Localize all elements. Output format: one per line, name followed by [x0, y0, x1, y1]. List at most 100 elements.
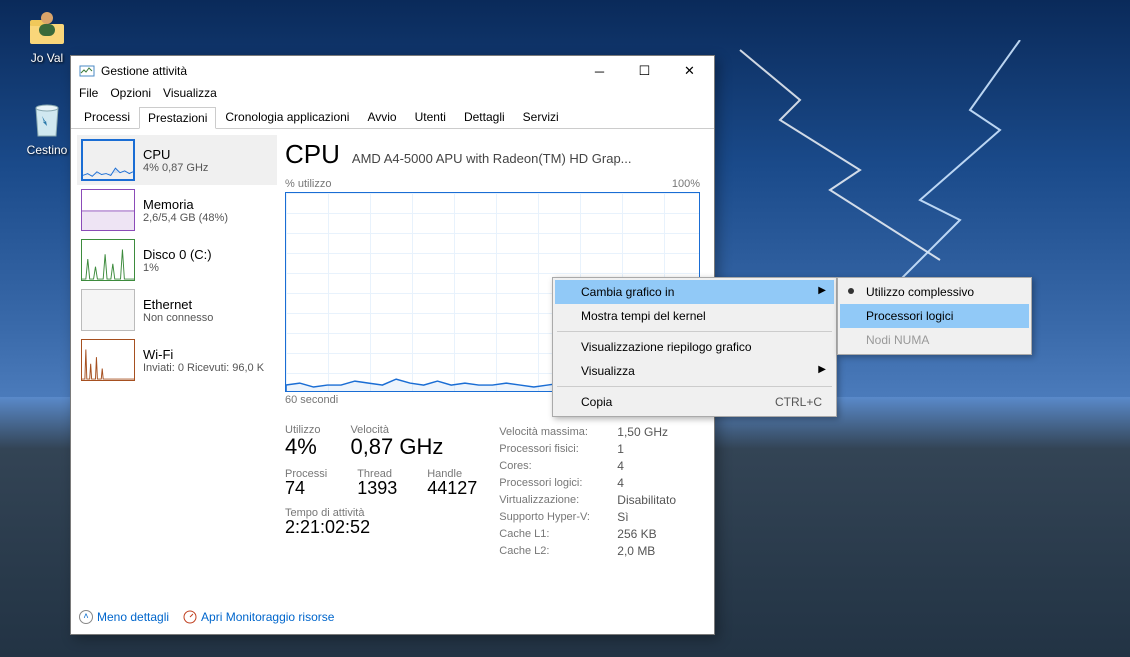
chart-context-menu: Cambia grafico in ▶ Mostra tempi del ker… — [552, 277, 837, 417]
memory-mini-chart — [81, 189, 135, 231]
radio-dot-icon — [848, 288, 854, 294]
close-button[interactable]: ✕ — [667, 57, 712, 85]
performance-sidebar: CPU 4% 0,87 GHz Memoria 2,6/5,4 GB (48%) — [77, 135, 277, 593]
tab-servizi[interactable]: Servizi — [514, 106, 568, 128]
stat-val-utilizzo: 4% — [285, 434, 320, 460]
chart-context-submenu: Utilizzo complessivo Processori logici N… — [837, 277, 1032, 355]
person-folder-icon — [26, 6, 68, 48]
ctx-visualizza[interactable]: Visualizza ▶ — [555, 359, 834, 383]
less-details-label: Meno dettagli — [97, 610, 169, 624]
submenu-arrow-icon: ▶ — [818, 364, 826, 375]
minimize-button[interactable]: ─ — [577, 57, 622, 85]
detail-value: 1,50 GHz — [617, 424, 668, 441]
recycle-bin-icon — [26, 98, 68, 140]
detail-row: Cache L1: 256 KB — [499, 526, 676, 543]
titlebar[interactable]: Gestione attività ─ ☐ ✕ — [71, 56, 714, 86]
tab-avvio[interactable]: Avvio — [358, 106, 405, 128]
ctx-label: Visualizzazione riepilogo grafico — [581, 340, 752, 354]
detail-row: Velocità massima: 1,50 GHz — [499, 424, 676, 441]
stat-val-handle: 44127 — [427, 478, 477, 499]
ctx-copia[interactable]: Copia CTRL+C — [555, 390, 834, 414]
chart-xstart: 60 secondi — [285, 394, 338, 406]
chart-ylabel: % utilizzo — [285, 178, 331, 190]
ctx-separator — [557, 386, 832, 387]
chart-ymax: 100% — [672, 178, 700, 190]
sidebar-sub: 4% 0,87 GHz — [143, 162, 208, 174]
less-details-link[interactable]: ˄ Meno dettagli — [79, 610, 169, 624]
detail-value: 4 — [617, 458, 624, 475]
sidebar-item-wifi[interactable]: Wi-Fi Inviati: 0 Ricevuti: 96,0 K — [77, 335, 277, 385]
ctx-sub-processori-logici[interactable]: Processori logici — [840, 304, 1029, 328]
ctx-sub-utilizzo-complessivo[interactable]: Utilizzo complessivo — [840, 280, 1029, 304]
submenu-arrow-icon: ▶ — [818, 285, 826, 296]
stat-val-velocita: 0,87 GHz — [350, 434, 443, 460]
detail-key: Supporto Hyper-V: — [499, 509, 609, 526]
detail-value: 1 — [617, 441, 624, 458]
ctx-separator — [557, 331, 832, 332]
detail-value: 4 — [617, 475, 624, 492]
disk-mini-chart — [81, 239, 135, 281]
sidebar-item-memoria[interactable]: Memoria 2,6/5,4 GB (48%) — [77, 185, 277, 235]
detail-row: Cache L2: 2,0 MB — [499, 543, 676, 560]
sidebar-title: Ethernet — [143, 297, 213, 312]
detail-key: Virtualizzazione: — [499, 492, 609, 509]
menu-visualizza[interactable]: Visualizza — [163, 86, 217, 106]
ctx-label: Mostra tempi del kernel — [581, 309, 706, 323]
resource-monitor-icon — [183, 610, 197, 624]
ctx-label: Copia — [581, 395, 612, 409]
maximize-button[interactable]: ☐ — [622, 57, 667, 85]
ctx-label: Utilizzo complessivo — [866, 285, 974, 299]
ethernet-mini-chart — [81, 289, 135, 331]
cpu-details-list: Velocità massima:1,50 GHzProcessori fisi… — [499, 424, 676, 560]
detail-row: Virtualizzazione:Disabilitato — [499, 492, 676, 509]
sidebar-title: Wi-Fi — [143, 347, 264, 362]
stat-val-thread: 1393 — [357, 478, 397, 499]
chevron-up-circle-icon: ˄ — [79, 610, 93, 624]
sidebar-title: Disco 0 (C:) — [143, 247, 212, 262]
cpu-heading: CPU — [285, 139, 340, 170]
tab-processi[interactable]: Processi — [75, 106, 139, 128]
detail-row: Supporto Hyper-V: Sì — [499, 509, 676, 526]
stat-val-processi: 74 — [285, 478, 327, 499]
tab-utenti[interactable]: Utenti — [406, 106, 455, 128]
cpu-description: AMD A4-5000 APU with Radeon(TM) HD Grap.… — [352, 151, 632, 166]
ctx-sub-nodi-numa: Nodi NUMA — [840, 328, 1029, 352]
detail-value: 256 KB — [617, 526, 656, 543]
task-manager-icon — [79, 63, 95, 79]
ctx-label: Processori logici — [866, 309, 953, 323]
sidebar-item-cpu[interactable]: CPU 4% 0,87 GHz — [77, 135, 277, 185]
sidebar-sub: Non connesso — [143, 312, 213, 324]
ctx-riepilogo[interactable]: Visualizzazione riepilogo grafico — [555, 335, 834, 359]
ctx-label: Visualizza — [581, 364, 635, 378]
ctx-mostra-kernel[interactable]: Mostra tempi del kernel — [555, 304, 834, 328]
wifi-mini-chart — [81, 339, 135, 381]
tab-prestazioni[interactable]: Prestazioni — [139, 107, 216, 129]
menu-opzioni[interactable]: Opzioni — [110, 86, 151, 106]
detail-row: Cores: 4 — [499, 458, 676, 475]
detail-key: Cache L1: — [499, 526, 609, 543]
stat-val-tempo: 2:21:02:52 — [285, 517, 370, 538]
sidebar-item-disco[interactable]: Disco 0 (C:) 1% — [77, 235, 277, 285]
window-title: Gestione attività — [101, 64, 577, 78]
detail-key: Velocità massima: — [499, 424, 609, 441]
tab-cronologia[interactable]: Cronologia applicazioni — [216, 106, 358, 128]
detail-value: Sì — [617, 509, 628, 526]
ctx-cambia-grafico[interactable]: Cambia grafico in ▶ — [555, 280, 834, 304]
sidebar-sub: 1% — [143, 262, 212, 274]
open-resource-monitor-label: Apri Monitoraggio risorse — [201, 610, 334, 624]
menu-file[interactable]: File — [79, 86, 98, 106]
ctx-label: Nodi NUMA — [866, 333, 929, 347]
detail-value: 2,0 MB — [617, 543, 655, 560]
sidebar-sub: Inviati: 0 Ricevuti: 96,0 K — [143, 362, 264, 374]
open-resource-monitor-link[interactable]: Apri Monitoraggio risorse — [183, 610, 334, 624]
tabstrip: Processi Prestazioni Cronologia applicaz… — [71, 106, 714, 129]
cpu-mini-chart — [81, 139, 135, 181]
ctx-label: Cambia grafico in — [581, 285, 674, 299]
detail-key: Cores: — [499, 458, 609, 475]
window-footer: ˄ Meno dettagli Apri Monitoraggio risors… — [79, 604, 706, 630]
tab-dettagli[interactable]: Dettagli — [455, 106, 514, 128]
sidebar-item-ethernet[interactable]: Ethernet Non connesso — [77, 285, 277, 335]
sidebar-title: Memoria — [143, 197, 228, 212]
menubar: File Opzioni Visualizza — [71, 86, 714, 106]
detail-key: Cache L2: — [499, 543, 609, 560]
